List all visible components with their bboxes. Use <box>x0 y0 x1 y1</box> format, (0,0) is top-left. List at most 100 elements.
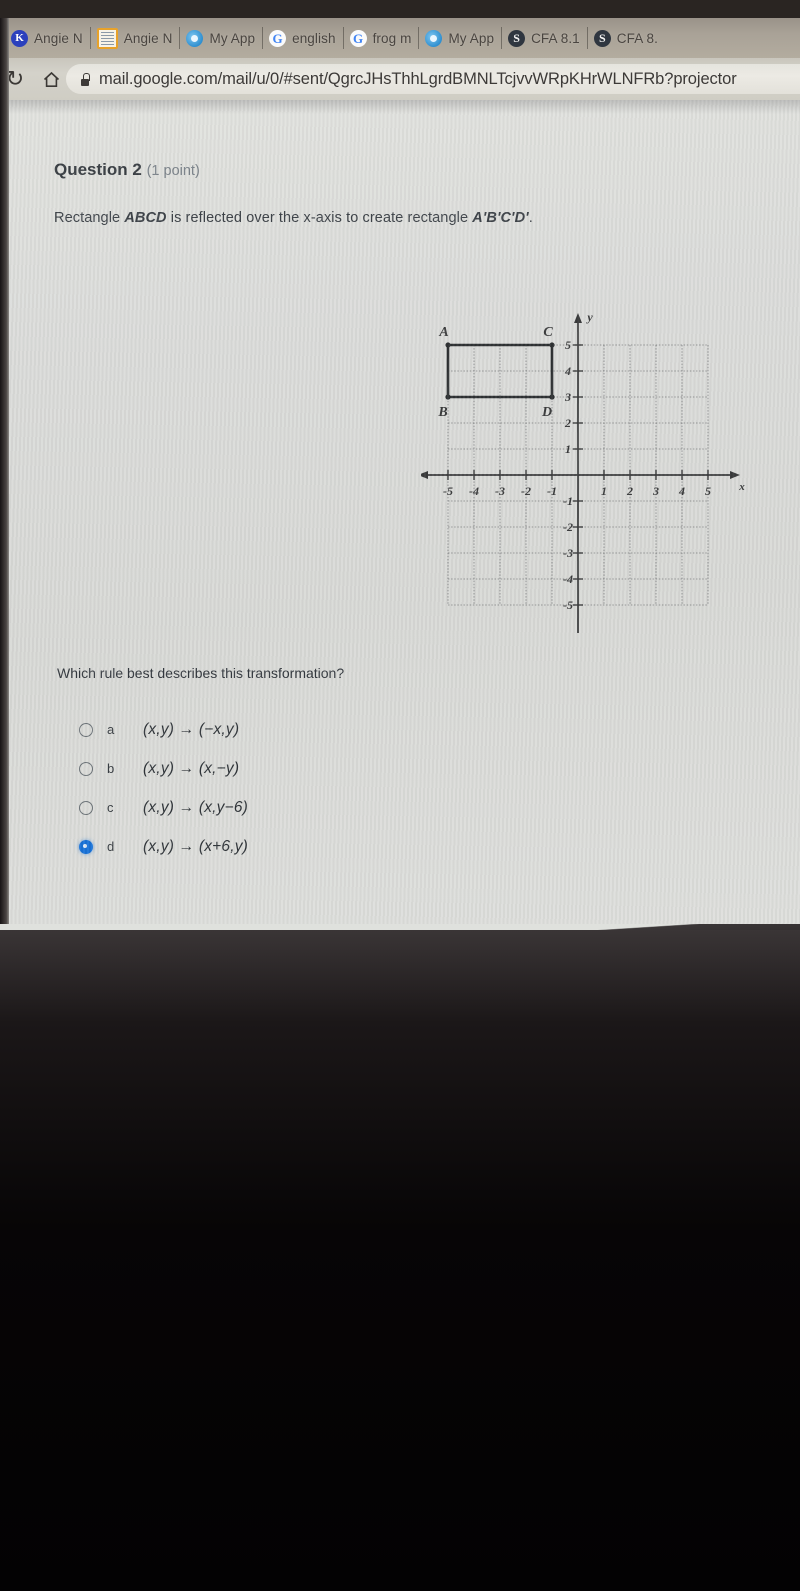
desk-dark-area <box>0 930 800 1591</box>
edgenuity-icon <box>425 29 443 47</box>
schoology-icon: S <box>593 29 611 47</box>
question-number: Question 2 <box>54 160 142 179</box>
option-rule-text: (x,y) → (x,y−6) <box>143 798 249 816</box>
lock-icon <box>80 72 90 86</box>
vertex-point-a <box>445 342 451 348</box>
radio-unselected-icon[interactable] <box>79 761 93 776</box>
bookmark-item[interactable]: S CFA 8.1 <box>501 18 587 58</box>
x-axis-tick-label: 4 <box>678 484 685 498</box>
question-title: Question 2 (1 point) <box>54 160 200 180</box>
option-rule-text: (x,y) → (x+6,y) <box>143 837 249 855</box>
coordinate-plane-svg: -5 -4 -3 -2 -1 1 2 3 4 5 5 4 3 2 1 -1 -2 -3 -4 -5 x y A C D B <box>421 310 745 633</box>
x-axis-tick-label: -2 <box>521 484 531 498</box>
x-axis-tick-label: -3 <box>495 484 505 498</box>
stem-image-name: A'B'C'D' <box>472 210 529 226</box>
stem-part-1: Rectangle <box>54 210 125 226</box>
y-axis-tick-label: -5 <box>563 598 573 612</box>
home-icon[interactable] <box>36 64 66 94</box>
coordinate-plane-figure: -5 -4 -3 -2 -1 1 2 3 4 5 5 4 3 2 1 -1 -2 -3 -4 -5 x y A C D B <box>421 295 761 640</box>
url-text: mail.google.com/mail/u/0/#sent/QgrcJHsTh… <box>99 69 737 88</box>
question-points: (1 point) <box>146 163 200 179</box>
bookmark-label: english <box>292 30 336 46</box>
kahoot-icon: K <box>11 29 28 47</box>
bookmark-label: CFA 8.1 <box>531 30 580 46</box>
vertex-label-c: C <box>543 325 553 340</box>
vertex-label-a: A <box>438 325 448 340</box>
bookmark-item[interactable]: My App <box>418 18 501 58</box>
vertex-point-c <box>549 342 555 348</box>
x-axis-tick-label: 3 <box>652 484 659 498</box>
stem-shape-name: ABCD <box>124 210 167 226</box>
edgenuity-icon <box>186 29 204 47</box>
y-axis-tick-label: -1 <box>563 494 573 508</box>
document-icon <box>96 27 118 49</box>
radio-selected-icon[interactable] <box>79 839 93 854</box>
stem-part-2: is reflected over the x-axis to create r… <box>166 210 473 226</box>
option-key: b <box>107 761 115 776</box>
bookmark-item[interactable]: My App <box>179 18 262 58</box>
x-axis-tick-label: -4 <box>469 484 479 498</box>
stem-part-3: . <box>528 210 533 226</box>
option-key: a <box>107 722 115 737</box>
x-axis-tick-label: 2 <box>626 484 633 498</box>
vertex-label-b: B <box>437 405 447 420</box>
option-rule-text: (x,y) → (−x,y) <box>143 720 240 738</box>
bookmark-label: Angie N <box>34 30 83 46</box>
bookmark-item[interactable]: S CFA 8. <box>586 18 665 58</box>
screenshot-root: K Angie N Angie N My App Genglish Gfrog m My A… <box>0 0 800 1591</box>
schoology-icon: S <box>508 29 526 47</box>
bookmark-label: My App <box>209 30 256 46</box>
bookmark-item[interactable]: Gfrog m <box>342 18 419 58</box>
y-axis-tick-label: 5 <box>565 338 571 352</box>
radio-unselected-icon[interactable] <box>79 722 93 737</box>
vertex-point-d <box>549 394 555 400</box>
y-axis-tick-label: -2 <box>563 520 573 534</box>
bookmark-label: Angie N <box>123 30 173 46</box>
y-axis-label: y <box>585 310 593 324</box>
answer-option[interactable]: c (x,y) → (x,y−6) <box>79 788 499 827</box>
x-axis-tick-label: -5 <box>443 484 453 498</box>
y-axis-tick-label: -3 <box>563 546 573 560</box>
answer-option[interactable]: b (x,y) → (x,−y) <box>79 749 499 788</box>
bookmark-item[interactable]: Genglish <box>262 18 342 58</box>
question-stem: Rectangle ABCD is reflected over the x-a… <box>54 210 533 226</box>
answer-options: a (x,y) → (−x,y) b (x,y) → (x,−y) c (x,y) → (… <box>79 710 499 866</box>
y-axis-tick-label: 3 <box>564 390 571 404</box>
y-axis-tick-label: 1 <box>565 442 571 456</box>
bookmarks-list: K Angie N Angie N My App Genglish Gfrog m My A… <box>4 18 665 58</box>
answer-prompt: Which rule best describes this transform… <box>57 665 345 681</box>
option-rule-text: (x,y) → (x,−y) <box>143 759 240 777</box>
answer-option[interactable]: a (x,y) → (−x,y) <box>79 710 499 749</box>
bookmark-label: CFA 8. <box>616 30 658 46</box>
address-bar[interactable]: mail.google.com/mail/u/0/#sent/QgrcJHsTh… <box>66 64 800 94</box>
x-axis-tick-label: -1 <box>547 484 557 498</box>
answer-option[interactable]: d (x,y) → (x+6,y) <box>79 827 499 866</box>
x-axis-tick-label: 1 <box>601 484 607 498</box>
radio-unselected-icon[interactable] <box>79 800 93 815</box>
quiz-page: Question 2 (1 point) Rectangle ABCD is r… <box>9 100 800 932</box>
y-axis-tick-label: 2 <box>564 416 571 430</box>
y-axis-tick-label: 4 <box>564 364 571 378</box>
bookmark-label: frog m <box>372 30 412 46</box>
google-icon: G <box>349 29 367 47</box>
bookmark-label: My App <box>448 30 495 46</box>
bookmark-item[interactable]: K Angie N <box>4 18 90 58</box>
browser-toolbar: ↻ mail.google.com/mail/u/0/#sent/QgrcJHs… <box>0 58 800 100</box>
x-axis-tick-label: 5 <box>705 484 711 498</box>
monitor-bezel-left <box>0 18 9 948</box>
bookmark-item[interactable]: Angie N <box>89 18 180 58</box>
x-axis-arrow-left <box>421 471 428 479</box>
toolbar-buttons: ↻ <box>0 58 66 100</box>
y-axis-tick-label: -4 <box>563 572 573 586</box>
x-axis-label: x <box>738 481 745 493</box>
google-icon: G <box>269 29 287 47</box>
page-shadow <box>9 100 800 114</box>
option-key: c <box>107 800 114 815</box>
bookmarks-bar: K Angie N Angie N My App Genglish Gfrog m My A… <box>0 18 800 58</box>
vertex-point-b <box>445 394 451 400</box>
option-key: d <box>107 839 115 854</box>
y-axis-arrow-up <box>574 313 582 323</box>
x-axis-arrow-right <box>730 471 740 479</box>
vertex-label-d: D <box>541 405 552 420</box>
monitor-bezel-top <box>0 0 800 18</box>
